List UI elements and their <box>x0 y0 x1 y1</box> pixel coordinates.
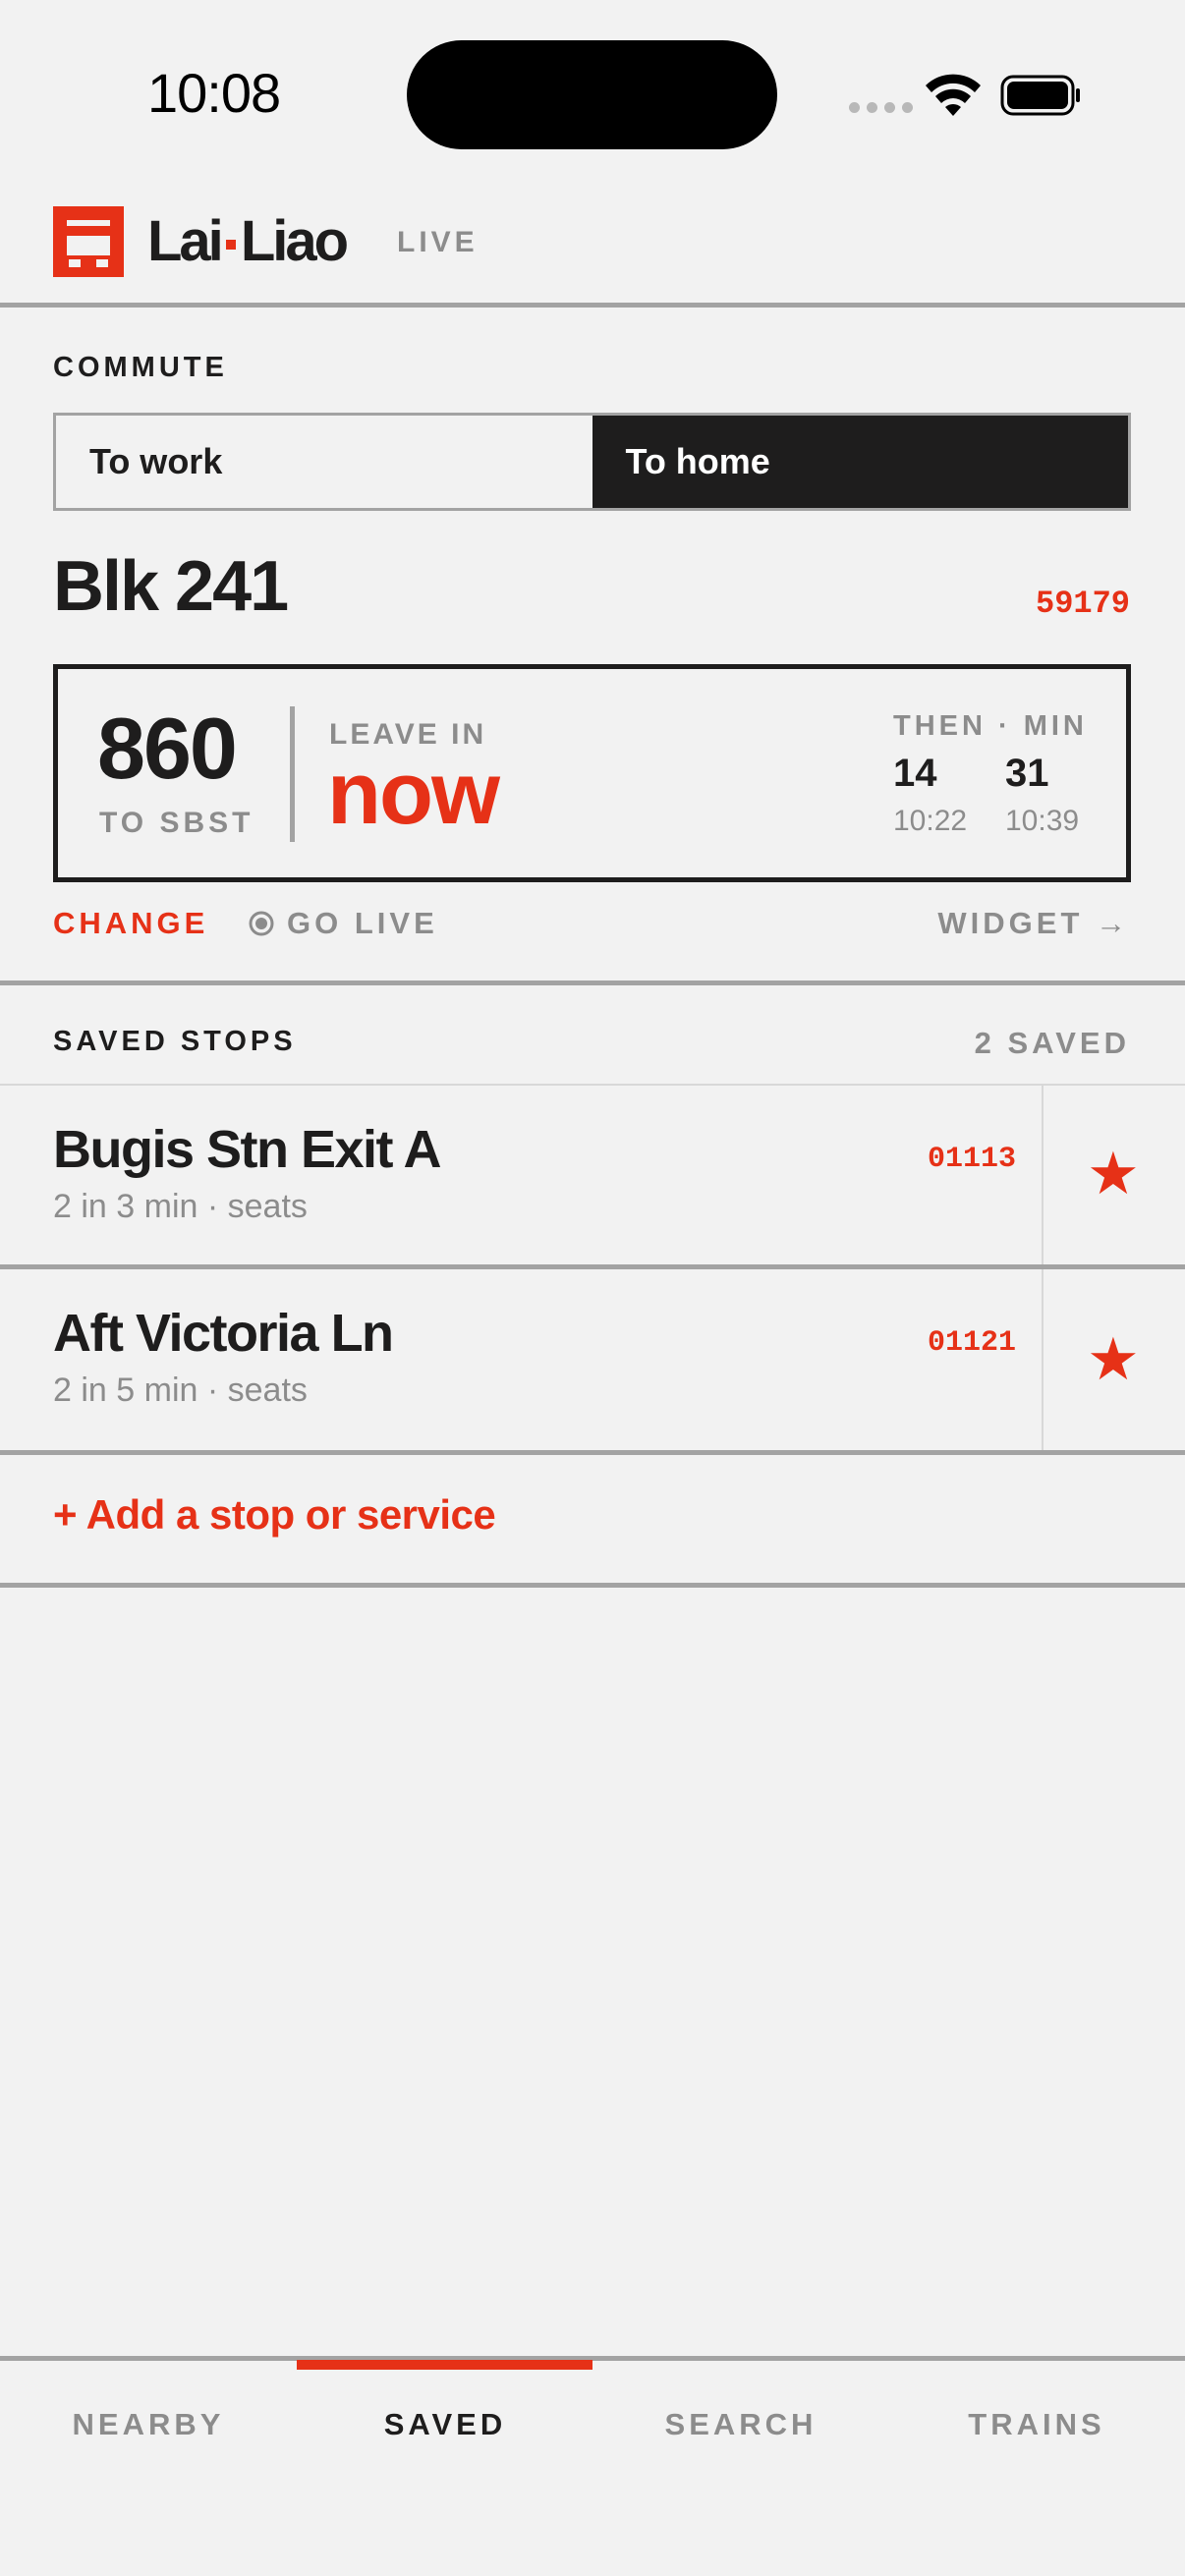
brand-dot <box>225 239 236 250</box>
battery-icon <box>1000 75 1080 116</box>
service-number: 860 <box>97 700 238 797</box>
tab-saved[interactable]: SAVED <box>297 2407 593 2442</box>
service-operator: TO SBST <box>99 807 254 839</box>
commute-stop-name: Blk 241 <box>53 547 289 626</box>
saved-stop-detail: 2 in 3 min · seats <box>53 1188 308 1225</box>
saved-count: 2 SAVED <box>974 1026 1130 1060</box>
change-button[interactable]: CHANGE <box>53 906 208 941</box>
active-tab-indicator <box>297 2360 592 2370</box>
add-stop-button[interactable]: + Add a stop or service <box>53 1491 496 1539</box>
widget-button[interactable]: WIDGET → <box>937 906 1130 941</box>
commute-section-label: COMMUTE <box>53 352 228 383</box>
next-arrival-minutes: 14 <box>893 752 937 795</box>
radio-icon <box>249 911 274 936</box>
saved-stop-name: Aft Victoria Ln <box>53 1304 394 1363</box>
commute-stop-code: 59179 <box>1035 586 1130 622</box>
dynamic-island <box>407 40 777 149</box>
star-icon[interactable]: ★ <box>1087 1140 1140 1208</box>
go-live-label: GO LIVE <box>287 906 438 940</box>
following-arrival-time: 10:39 <box>1005 805 1080 837</box>
live-tag: LIVE <box>397 226 479 258</box>
add-divider <box>0 1583 1185 1588</box>
card-divider <box>290 706 295 842</box>
tabbar-divider <box>0 2356 1185 2361</box>
brand-right: Liao <box>240 209 349 273</box>
star-icon[interactable]: ★ <box>1087 1325 1140 1394</box>
tab-search[interactable]: SEARCH <box>592 2407 889 2442</box>
row-divider <box>1042 1269 1044 1450</box>
bus-logo-icon <box>53 206 124 277</box>
brand-wordmark: Lai Liao <box>147 208 349 274</box>
following-arrival-minutes: 31 <box>1005 752 1049 795</box>
leave-in-value: now <box>327 745 500 843</box>
row-divider <box>1042 1086 1044 1264</box>
tab-to-home[interactable]: To home <box>592 416 1128 508</box>
tab-to-work[interactable]: To work <box>56 416 592 508</box>
commute-service-card[interactable]: 860 TO SBST LEAVE IN now THEN · MIN 14 1… <box>53 664 1131 882</box>
header-divider <box>0 303 1185 308</box>
then-min-label: THEN · MIN <box>893 710 1088 742</box>
saved-stop-code: 01121 <box>927 1326 1016 1360</box>
saved-stop-code: 01113 <box>927 1143 1016 1176</box>
cellular-signal-icon <box>849 102 913 113</box>
saved-stop-row[interactable]: Aft Victoria Ln 01121 2 in 5 min · seats <box>0 1269 1042 1450</box>
saved-stop-name: Bugis Stn Exit A <box>53 1120 442 1179</box>
brand-left: Lai <box>147 209 224 273</box>
saved-stop-detail: 2 in 5 min · seats <box>53 1372 308 1409</box>
saved-section-label: SAVED STOPS <box>53 1026 297 1057</box>
row-separator <box>0 1450 1185 1455</box>
next-arrival-time: 10:22 <box>893 805 968 837</box>
tab-nearby[interactable]: NEARBY <box>0 2407 297 2442</box>
commute-divider <box>0 980 1185 985</box>
wifi-icon <box>926 74 981 116</box>
commute-direction-toggle: To work To home <box>53 413 1131 511</box>
status-time: 10:08 <box>147 62 281 124</box>
go-live-button[interactable]: GO LIVE <box>248 906 438 941</box>
saved-stop-row[interactable]: Bugis Stn Exit A 01113 2 in 3 min · seat… <box>0 1086 1042 1264</box>
tab-trains[interactable]: TRAINS <box>888 2407 1185 2442</box>
